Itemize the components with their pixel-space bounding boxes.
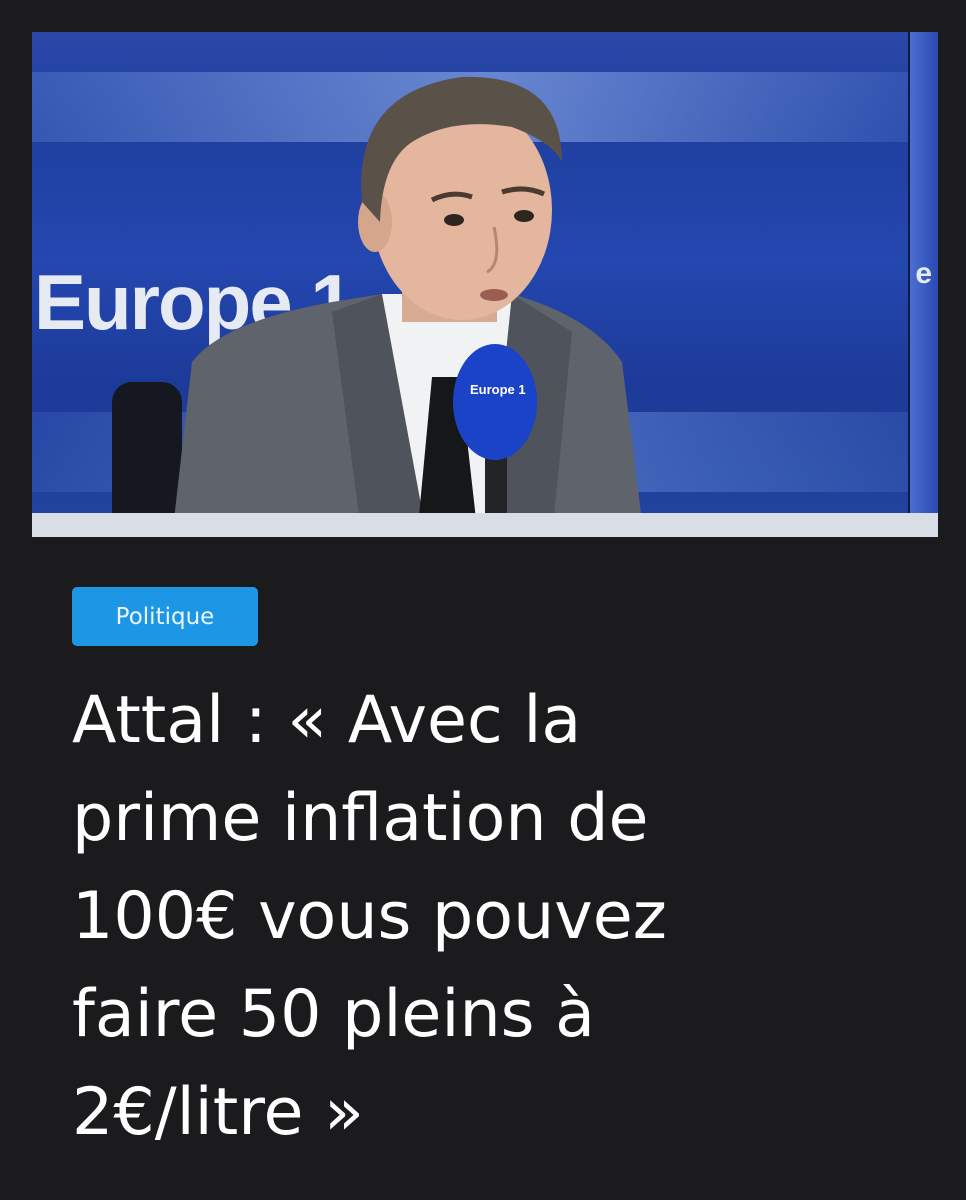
- article-photo[interactable]: Europe 1 e Europe 1: [32, 32, 938, 537]
- category-badge[interactable]: Politique: [72, 587, 258, 646]
- studio-desk: [32, 513, 938, 537]
- person-figure: Europe 1: [172, 76, 644, 537]
- mic-brand-text: Europe 1: [470, 382, 526, 397]
- article-headline[interactable]: Attal : « Avec la prime inflation de 100…: [72, 672, 922, 1162]
